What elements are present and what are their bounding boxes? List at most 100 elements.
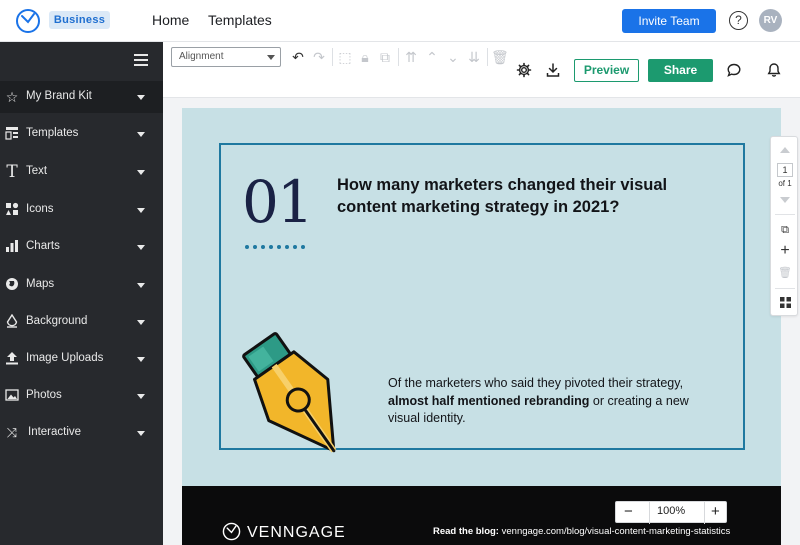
star-icon: ☆	[5, 89, 19, 105]
body-text[interactable]: Of the marketers who said they pivoted t…	[388, 375, 723, 428]
trash-icon[interactable]: 🗑︎	[491, 49, 509, 65]
footer-blog-url: venngage.com/blog/visual-content-marketi…	[501, 526, 731, 537]
sidebar-item-photos[interactable]: Photos	[0, 380, 163, 412]
text-icon: T	[6, 162, 18, 182]
chevron-down-icon	[137, 431, 145, 436]
nav-templates[interactable]: Templates	[208, 12, 272, 28]
invite-team-button[interactable]: Invite Team	[622, 9, 716, 33]
templates-icon	[4, 126, 20, 142]
page-panel: 1 of 1 ⧉ + 🗑︎	[770, 136, 798, 316]
group-icon[interactable]: ⬚	[337, 49, 353, 65]
sidebar-item-interactive[interactable]: ⤨ Interactive	[0, 417, 163, 449]
zoom-out-button[interactable]: −	[624, 503, 633, 520]
sidebar-item-templates[interactable]: Templates	[0, 118, 163, 150]
chevron-down-icon	[137, 208, 145, 213]
toolbar-divider	[332, 48, 333, 66]
share-button[interactable]: Share	[648, 59, 713, 82]
comment-icon[interactable]	[726, 62, 742, 78]
notifications-bell-icon[interactable]	[766, 62, 782, 78]
send-to-back-icon[interactable]: ⇊	[466, 49, 482, 65]
toolbar-divider	[398, 48, 399, 66]
zoom-level[interactable]: 100%	[657, 505, 685, 517]
lock-icon[interactable]: 🔒︎	[357, 49, 373, 65]
chevron-down-icon	[137, 283, 145, 288]
sidebar-item-label: Templates	[26, 127, 79, 139]
globe-icon	[4, 277, 20, 293]
panel-divider	[775, 214, 795, 215]
photo-icon	[4, 388, 20, 404]
sidebar-item-label: Icons	[26, 203, 54, 215]
add-page-icon[interactable]: +	[776, 243, 794, 259]
send-backward-icon[interactable]: ⌄	[445, 49, 461, 65]
footer-brand-text: VENNGAGE	[247, 524, 346, 541]
footer-blog-link[interactable]: Read the blog: venngage.com/blog/visual-…	[433, 526, 730, 537]
venngage-logo-icon[interactable]	[15, 8, 41, 34]
bar-chart-icon	[4, 239, 20, 255]
sidebar-item-label: Maps	[26, 278, 55, 290]
sidebar-item-label: Image Uploads	[26, 352, 104, 364]
delete-page-icon[interactable]: 🗑︎	[776, 266, 794, 280]
help-icon[interactable]: ?	[729, 11, 748, 30]
bring-to-front-icon[interactable]: ⇈	[403, 49, 419, 65]
page-number-input[interactable]: 1	[777, 163, 793, 177]
footer-blog-label: Read the blog:	[433, 526, 499, 537]
shuffle-icon: ⤨	[6, 425, 18, 440]
zoom-in-button[interactable]: +	[711, 503, 720, 520]
duplicate-icon[interactable]: ⧉	[377, 49, 393, 65]
design-page[interactable]: 01 How many marketers changed their visu…	[182, 108, 781, 545]
chevron-down-icon	[137, 132, 145, 137]
panel-divider	[775, 288, 795, 289]
upload-icon	[4, 351, 20, 367]
sidebar-item-label: Background	[26, 315, 88, 327]
settings-gear-icon[interactable]	[516, 62, 532, 78]
sidebar-item-my-brand-kit[interactable]: ☆ My Brand Kit	[0, 81, 163, 113]
page-count: of 1	[778, 179, 792, 188]
paint-drop-icon	[4, 313, 20, 330]
sidebar-item-text[interactable]: T Text	[0, 156, 163, 188]
editor-toolbar: Alignment ↶ ↷ ⬚ 🔒︎ ⧉ ⇈ ⌃ ⌄ ⇊ 🗑︎ Preview …	[163, 42, 800, 98]
copy-page-icon[interactable]: ⧉	[776, 223, 794, 237]
stat-number[interactable]: 01	[242, 168, 314, 236]
dotted-divider[interactable]	[245, 236, 315, 249]
icons-icon	[4, 202, 20, 218]
download-icon[interactable]	[545, 62, 561, 78]
hamburger-menu-icon[interactable]	[134, 54, 148, 66]
chevron-down-icon	[267, 55, 275, 60]
zoom-control: − 100% +	[615, 501, 727, 524]
zoom-divider	[704, 502, 705, 524]
chevron-down-icon	[137, 95, 145, 100]
sidebar-item-background[interactable]: Background	[0, 306, 163, 338]
redo-icon[interactable]: ↷	[311, 49, 327, 65]
chevron-down-icon	[137, 320, 145, 325]
sidebar-item-label: Photos	[26, 389, 62, 401]
next-page-icon[interactable]	[780, 197, 790, 203]
bring-forward-icon[interactable]: ⌃	[424, 49, 440, 65]
user-avatar[interactable]: RV	[759, 9, 782, 32]
zoom-divider	[649, 502, 650, 524]
nav-home[interactable]: Home	[152, 12, 189, 28]
sidebar-item-icons[interactable]: Icons	[0, 194, 163, 226]
headline-text[interactable]: How many marketers changed their visual …	[337, 174, 707, 218]
previous-page-icon[interactable]	[780, 147, 790, 153]
plan-badge: Business	[49, 11, 110, 29]
chevron-down-icon	[137, 394, 145, 399]
toolbar-divider	[487, 48, 488, 66]
alignment-select[interactable]: Alignment	[171, 47, 281, 67]
alignment-select-value: Alignment	[179, 51, 224, 62]
body-text-prefix: Of the marketers who said they pivoted t…	[388, 376, 684, 390]
sidebar-item-label: Text	[26, 165, 48, 177]
venngage-logo-icon	[222, 522, 241, 541]
grid-view-icon[interactable]	[776, 297, 794, 311]
fountain-pen-nib-icon[interactable]	[237, 326, 372, 466]
sidebar-item-label: Interactive	[28, 426, 82, 438]
preview-button[interactable]: Preview	[574, 59, 639, 82]
sidebar-item-charts[interactable]: Charts	[0, 231, 163, 263]
sidebar-item-label: My Brand Kit	[26, 90, 92, 102]
sidebar: ☆ My Brand Kit Templates T Text Icons Ch…	[0, 42, 163, 545]
undo-icon[interactable]: ↶	[290, 49, 306, 65]
sidebar-item-image-uploads[interactable]: Image Uploads	[0, 343, 163, 375]
sidebar-item-maps[interactable]: Maps	[0, 269, 163, 301]
body-text-bold: almost half mentioned rebranding	[388, 393, 590, 408]
footer-brand[interactable]: VENNGAGE	[222, 522, 346, 542]
top-bar: Business Home Templates Invite Team ? RV	[0, 0, 800, 42]
